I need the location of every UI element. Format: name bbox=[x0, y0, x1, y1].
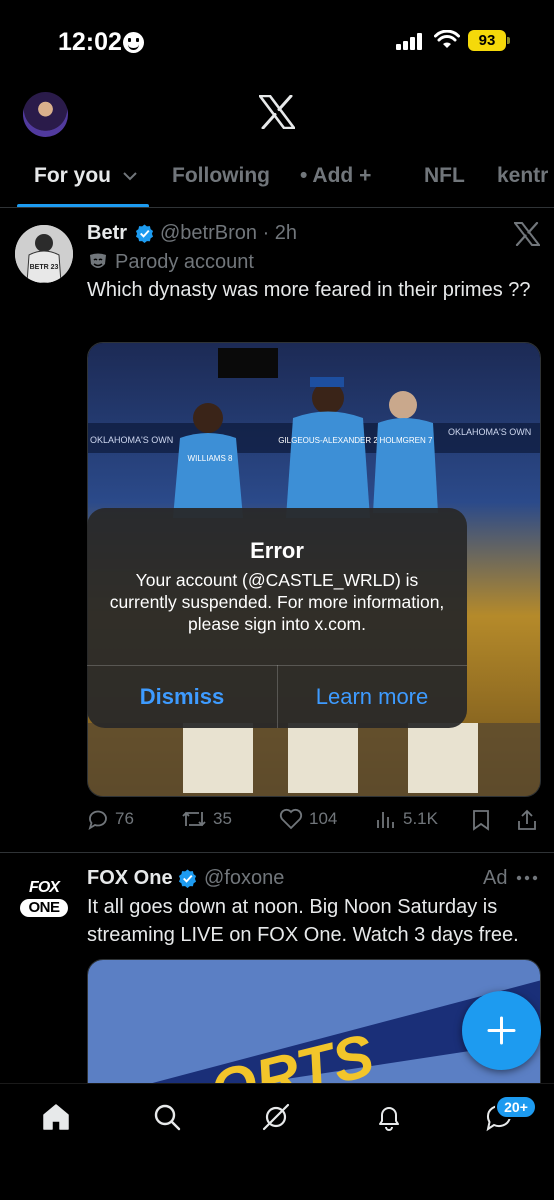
bookmark-icon[interactable] bbox=[471, 809, 491, 831]
x-logo-icon bbox=[259, 95, 295, 129]
battery-indicator: 93 bbox=[468, 30, 506, 51]
status-bar: 12:02 93 bbox=[0, 0, 554, 80]
verified-badge-icon bbox=[178, 869, 197, 888]
jersey-name-2: GILGEOUS-ALEXANDER 2 bbox=[278, 436, 378, 445]
like-count: 104 bbox=[309, 809, 338, 828]
more-options-icon[interactable] bbox=[516, 875, 538, 881]
jersey-name-8: WILLIAMS 8 bbox=[188, 454, 233, 463]
plus-icon bbox=[487, 1016, 516, 1045]
cellular-signal-icon bbox=[396, 33, 426, 50]
parody-mask-icon bbox=[90, 253, 106, 268]
avatar-jersey-text: BETR 23 bbox=[30, 264, 59, 271]
tab-nfl[interactable]: NFL bbox=[424, 164, 465, 188]
reply-button[interactable]: 76 bbox=[87, 808, 134, 830]
profile-avatar[interactable] bbox=[23, 92, 68, 137]
error-dialog: Error Your account (@CASTLE_WRLD) is cur… bbox=[87, 508, 467, 728]
heart-icon bbox=[279, 808, 303, 830]
learn-more-button[interactable]: Learn more bbox=[277, 665, 467, 728]
parody-label: Parody account bbox=[115, 251, 254, 273]
reply-count: 76 bbox=[115, 809, 134, 828]
views-count: 5.1K bbox=[403, 809, 438, 828]
tab-for-you[interactable]: For you bbox=[34, 164, 137, 188]
home-icon[interactable] bbox=[41, 1102, 71, 1132]
author-handle: @betrBron · 2h bbox=[160, 222, 298, 244]
arena-banner-right: OKLAHOMA'S OWN bbox=[448, 427, 531, 437]
fox-one-logo[interactable]: FOX ONE bbox=[20, 880, 68, 920]
verified-badge-icon bbox=[135, 224, 154, 243]
timeline-tabs: For you Following • Add + NFL kentr bbox=[0, 150, 554, 208]
tweet-text: Which dynasty was more feared in their p… bbox=[87, 279, 531, 301]
author-name[interactable]: FOX One bbox=[87, 867, 173, 890]
avatar-image: BETR 23 bbox=[15, 225, 73, 283]
author-name[interactable]: Betr bbox=[87, 222, 127, 245]
reply-icon bbox=[88, 810, 107, 830]
share-icon[interactable] bbox=[516, 808, 538, 832]
repost-count: 35 bbox=[213, 809, 232, 828]
dismiss-button[interactable]: Dismiss bbox=[87, 665, 277, 728]
tab-following[interactable]: Following bbox=[172, 164, 270, 188]
tweet-avatar[interactable]: BETR 23 bbox=[15, 225, 73, 283]
tab-kentr[interactable]: kentr bbox=[497, 164, 548, 188]
repost-icon bbox=[182, 811, 206, 827]
messages-badge: 20+ bbox=[495, 1095, 537, 1119]
views-button[interactable]: 5.1K bbox=[375, 808, 438, 830]
tab-label: For you bbox=[34, 164, 111, 187]
arena-banner-left: OKLAHOMA'S OWN bbox=[90, 435, 173, 445]
x-grok-icon[interactable] bbox=[514, 222, 540, 246]
bottom-nav: 20+ bbox=[0, 1083, 554, 1200]
chevron-down-icon bbox=[123, 172, 137, 181]
author-handle: @foxone bbox=[204, 867, 285, 889]
repost-button[interactable]: 35 bbox=[181, 808, 232, 830]
battery-cap bbox=[507, 37, 510, 44]
logo-fox: FOX bbox=[29, 879, 60, 896]
ad-label: Ad bbox=[483, 867, 508, 889]
status-time: 12:02 bbox=[58, 28, 122, 56]
jersey-name-7: HOLMGREN 7 bbox=[380, 436, 433, 445]
dialog-message: Your account (@CASTLE_WRLD) is currently… bbox=[109, 570, 445, 634]
focus-smiley-icon bbox=[123, 32, 144, 53]
wifi-icon bbox=[434, 30, 460, 48]
like-button[interactable]: 104 bbox=[279, 808, 337, 830]
search-icon[interactable] bbox=[152, 1102, 182, 1132]
views-icon bbox=[377, 812, 394, 828]
dialog-title: Error bbox=[250, 538, 304, 563]
grok-icon[interactable] bbox=[261, 1102, 291, 1132]
tweet-actions: 76 35 104 5.1K bbox=[87, 808, 541, 838]
notifications-bell-icon[interactable] bbox=[374, 1102, 404, 1132]
tweet-text: It all goes down at noon. Big Noon Satur… bbox=[87, 896, 519, 946]
compose-button[interactable] bbox=[462, 991, 541, 1070]
tab-add[interactable]: • Add + bbox=[300, 164, 371, 188]
logo-one: ONE bbox=[20, 899, 68, 917]
